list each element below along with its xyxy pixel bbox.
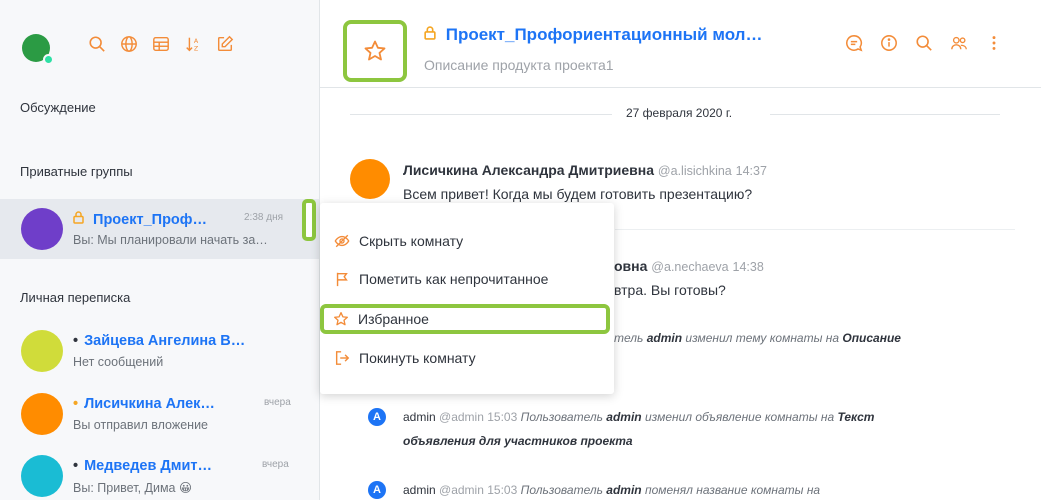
room-name: • Зайцева Ангелина В… [73,333,246,349]
app: AZ Обсуждение Приватные группы Проект_Пр… [0,0,1041,500]
away-status-dot: • [73,396,79,412]
discussion-icon[interactable] [845,34,863,52]
sidebar: AZ Обсуждение Приватные группы Проект_Пр… [0,0,320,500]
message-avatar[interactable] [350,159,390,199]
room-avatar [21,330,63,372]
svg-text:A: A [194,38,199,45]
search-icon[interactable] [88,35,106,53]
highlight-marker [302,199,316,241]
message-username[interactable]: @a.lisichkina [658,164,732,178]
menu-item-leave-room[interactable]: Покинуть комнату [320,341,614,375]
message-header: овна @a.nechaeva 14:38 [614,258,764,274]
message-time: 14:38 [732,260,764,274]
date-separator-line [770,114,1000,115]
room-avatar [21,393,63,435]
room-item-lisichkina[interactable]: • Лисичкина Алек… вчера Вы отправил вложе… [0,384,319,444]
room-context-menu: Скрыть комнату Пометить как непрочитанно… [320,203,614,394]
system-message: admin @admin 15:03 Пользователь admin по… [403,483,821,497]
table-icon[interactable] [152,35,170,53]
room-time: вчера [262,459,289,470]
room-item-project[interactable]: Проект_Проф… 2:38 дня Вы: Мы планировали… [0,199,319,259]
message-divider [615,229,1015,230]
system-message-avatar[interactable]: A [368,408,386,426]
members-icon[interactable] [950,34,968,52]
date-separator: 27 февраля 2020 г. [350,104,1000,124]
message-text: втра. Вы готовы? [614,282,726,298]
message-time: 14:37 [735,164,767,178]
online-status-indicator [43,54,54,65]
room-item-zaytseva[interactable]: • Зайцева Ангелина В… Нет сообщений [0,321,319,381]
lock-icon [424,25,441,44]
room-title: Проект_Профориентационный мол… [424,25,762,45]
message-header: Лисичкина Александра Дмитриевна @a.lisic… [403,162,767,178]
room-name: • Лисичкина Алек… [73,396,215,412]
edit-icon[interactable] [216,35,234,53]
star-icon [334,312,348,326]
lock-icon [73,211,88,228]
menu-item-mark-unread[interactable]: Пометить как непрочитанное [320,262,614,296]
system-message-avatar[interactable]: A [368,481,386,499]
system-message-continuation: объявления для участников проекта [403,434,633,448]
sort-icon[interactable]: AZ [184,35,202,53]
search-icon[interactable] [915,34,933,52]
room-name: • Медведев Дмит… [73,458,212,474]
room-description: Описание продукта проекта1 [424,57,614,73]
room-last-message: Нет сообщений [73,355,164,369]
room-name: Проект_Проф… [73,211,207,228]
kebab-icon[interactable] [985,34,1003,52]
section-private-groups: Приватные группы [20,164,133,179]
date-separator-line [350,114,612,115]
message-username[interactable]: @a.nechaeva [651,260,728,274]
room-item-medvedev[interactable]: • Медведев Дмит… вчера Вы: Привет, Дима 😀 [0,446,319,500]
room-avatar [21,208,63,250]
system-message: admin @admin 15:03 Пользователь admin из… [403,410,875,424]
room-avatar [21,455,63,497]
room-time: 2:38 дня [244,212,284,223]
offline-status-dot: • [73,333,79,349]
flag-icon [336,272,348,287]
room-header: Проект_Профориентационный мол… Описание … [320,0,1041,88]
section-direct: Личная переписка [20,290,131,305]
date-separator-text: 27 февраля 2020 г. [626,106,733,120]
message-author[interactable]: Лисичкина Александра Дмитриевна [403,162,654,178]
message-text: Всем привет! Когда мы будем готовить пре… [403,186,753,202]
room-last-message: Вы отправил вложение [73,418,209,432]
svg-text:Z: Z [194,45,199,52]
room-time: вчера [264,397,291,408]
eye-off-icon [334,234,350,248]
favorite-star-button[interactable] [343,20,407,82]
header-toolbar [845,34,1003,52]
room-last-message: Вы: Привет, Дима 😀 [73,481,193,495]
message-author[interactable]: овна [614,258,647,274]
menu-item-favorite[interactable]: Избранное [320,304,610,334]
user-avatar[interactable] [22,34,54,65]
menu-item-hide-room[interactable]: Скрыть комнату [320,224,614,258]
sidebar-header: AZ [0,0,319,88]
system-message: тель admin изменил тему комнаты на Описа… [614,331,901,345]
offline-status-dot: • [73,458,79,474]
star-icon [364,40,386,61]
leave-icon [335,351,350,365]
globe-icon[interactable] [120,35,138,53]
section-discussion: Обсуждение [20,100,96,115]
info-icon[interactable] [880,34,898,52]
sidebar-toolbar: AZ [88,35,234,53]
room-last-message: Вы: Мы планировали начать за… [73,233,268,247]
